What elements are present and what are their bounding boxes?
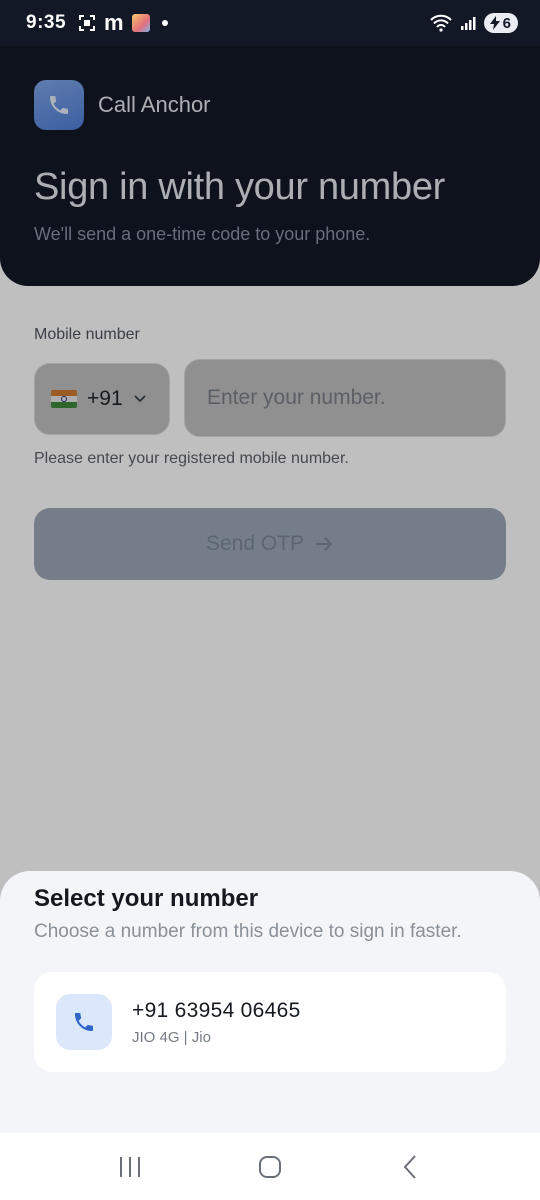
- recents-button[interactable]: [100, 1142, 160, 1192]
- phone-number-input[interactable]: [184, 359, 506, 437]
- carrier-label: JIO 4G | Jio: [132, 1028, 211, 1046]
- home-button[interactable]: [240, 1142, 300, 1192]
- phone-badge: [56, 994, 112, 1050]
- battery-icon: 6: [483, 13, 518, 33]
- screenshot-icon: [78, 14, 96, 32]
- phone-icon: [75, 1013, 93, 1031]
- signal-icon: [460, 15, 476, 31]
- chevron-down-icon: [133, 395, 146, 403]
- phone-icon: [50, 96, 68, 114]
- home-icon: [259, 1155, 281, 1178]
- sheet-subtitle: Choose a number from this device to sign…: [34, 921, 462, 942]
- send-otp-label: Send OTP: [205, 532, 305, 555]
- battery-level: 6: [502, 14, 511, 32]
- mobile-number-label: Mobile number: [34, 326, 140, 343]
- back-icon: [403, 1154, 416, 1179]
- app-name: Call Anchor: [98, 92, 211, 117]
- page-title: Sign in with your number: [34, 166, 446, 208]
- system-nav-bar: [0, 1133, 540, 1200]
- phone-number-option[interactable]: +91 63954 06465 JIO 4G | Jio: [34, 972, 506, 1072]
- charging-bolt-icon: [489, 16, 500, 30]
- phone-number: +91 63954 06465: [132, 998, 301, 1022]
- sheet-title: Select your number: [34, 885, 259, 912]
- country-code: +91: [87, 387, 123, 410]
- m-app-icon: m: [104, 10, 124, 35]
- wifi-icon: [429, 14, 452, 32]
- recents-icon: [120, 1156, 140, 1177]
- phone-number-details: +91 63954 06465 JIO 4G | Jio: [132, 999, 301, 1046]
- country-code-selector[interactable]: +91: [34, 363, 170, 435]
- select-number-sheet: Select your number Choose a number from …: [0, 871, 540, 1133]
- app-logo: [34, 80, 84, 130]
- brand-row: Call Anchor: [34, 80, 211, 130]
- india-flag-icon: [51, 390, 77, 408]
- status-left-icons: m: [78, 12, 168, 34]
- status-bar: 9:35 m 6: [0, 0, 540, 46]
- page-subtitle: We'll send a one-time code to your phone…: [34, 224, 371, 244]
- app-thumbnail-icon: [131, 14, 150, 32]
- arrow-right-icon: [316, 537, 333, 551]
- status-right-icons: 6: [429, 13, 518, 33]
- send-otp-button[interactable]: Send OTP: [34, 508, 506, 580]
- helper-text: Please enter your registered mobile numb…: [34, 450, 349, 467]
- back-button[interactable]: [380, 1142, 440, 1192]
- status-time: 9:35: [26, 12, 67, 33]
- notification-dot-icon: [161, 20, 168, 26]
